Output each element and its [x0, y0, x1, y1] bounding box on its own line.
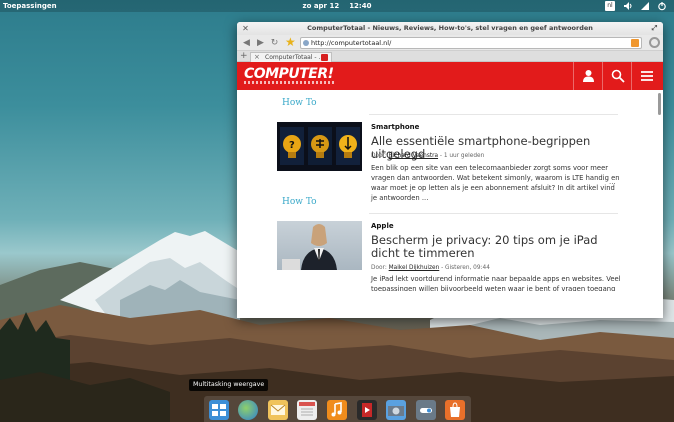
panel-date: zo apr 12: [302, 2, 340, 10]
tab-close-icon[interactable]: ×: [254, 53, 260, 62]
svg-text:?: ?: [289, 140, 295, 151]
section-title[interactable]: How To: [282, 197, 317, 207]
panel-time: 12:40: [349, 2, 372, 10]
volume-icon[interactable]: [623, 1, 633, 11]
scrollbar[interactable]: [658, 93, 661, 115]
app-center-icon[interactable]: [445, 400, 465, 420]
article-excerpt: Je iPad lekt voortdurend informatie naar…: [371, 275, 621, 291]
article-byline: Door: Maikel Dijkhuizen - Gisteren, 09:4…: [371, 265, 490, 271]
forward-icon[interactable]: ▶: [255, 37, 266, 49]
article-byline: Door: Richard Veenstra - 1 uur geleden: [371, 153, 484, 159]
multitasking-icon[interactable]: [209, 400, 229, 420]
keyboard-layout-indicator[interactable]: nl: [605, 1, 615, 11]
businessman-image: [282, 224, 337, 270]
top-panel: Toepassingen zo apr 12 12:40 nl: [0, 0, 674, 12]
byline-prefix: Door:: [371, 153, 387, 159]
tab-title: ComputerTotaal - ...: [265, 54, 325, 61]
article-category[interactable]: Smartphone: [371, 123, 419, 131]
videos-icon[interactable]: [357, 400, 377, 420]
tab-computertotaal[interactable]: × ComputerTotaal - ...: [250, 52, 332, 62]
read-more-ellipsis[interactable]: ...: [609, 289, 616, 291]
site-info-icon[interactable]: [303, 40, 309, 46]
new-tab-icon[interactable]: +: [240, 51, 248, 62]
menu-button[interactable]: [631, 62, 660, 90]
byline-prefix: Door:: [371, 265, 387, 271]
tab-bar: + × ComputerTotaal - ...: [237, 51, 663, 62]
close-icon[interactable]: ✕: [241, 24, 250, 33]
search-icon: [611, 69, 625, 83]
window-title: ComputerTotaal - Nieuws, Reviews, How-to…: [307, 24, 593, 32]
divider: [369, 114, 618, 115]
photos-icon[interactable]: [386, 400, 406, 420]
divider: [369, 213, 618, 214]
url-text: http://computertotaal.nl/: [311, 39, 392, 47]
section-title[interactable]: How To: [282, 98, 317, 108]
menu-icon: [641, 71, 653, 81]
dock-tooltip: Multitasking weergave: [189, 379, 269, 391]
article-category[interactable]: Apple: [371, 222, 394, 230]
reload-icon[interactable]: ↻: [269, 37, 280, 49]
calendar-icon[interactable]: [297, 400, 317, 420]
address-bar[interactable]: http://computertotaal.nl/: [300, 37, 642, 49]
lightbulb-image: ?: [280, 127, 360, 165]
article-time: - 1 uur geleden: [439, 153, 485, 159]
power-icon[interactable]: [657, 1, 667, 11]
article-thumbnail[interactable]: [277, 221, 362, 270]
browser-window: ✕ ComputerTotaal - Nieuws, Reviews, How-…: [237, 22, 663, 318]
window-titlebar[interactable]: ✕ ComputerTotaal - Nieuws, Reviews, How-…: [237, 22, 663, 35]
bookmark-star-icon[interactable]: ★: [285, 36, 298, 49]
user-icon: [583, 70, 594, 82]
maximize-icon[interactable]: ⤢: [650, 24, 659, 33]
site-header: COMPUTER!: [237, 62, 663, 90]
article-excerpt: Een blik op een site van een telecomaanb…: [371, 164, 620, 202]
article-headline[interactable]: Bescherm je privacy: 20 tips om je iPad …: [371, 234, 621, 260]
music-icon[interactable]: [327, 400, 347, 420]
page-content: How To ? Smartphone Alle essentiële smar…: [237, 90, 663, 291]
favicon-icon: [321, 54, 328, 61]
rss-icon[interactable]: [631, 39, 639, 47]
settings-icon[interactable]: [416, 400, 436, 420]
network-icon[interactable]: [640, 1, 650, 11]
panel-clock[interactable]: zo apr 12 12:40: [0, 0, 674, 12]
settings-gear-icon[interactable]: [649, 37, 660, 48]
user-button[interactable]: [573, 62, 602, 90]
navigation-toolbar: ◀ ▶ ↻ ★ http://computertotaal.nl/: [237, 35, 663, 51]
mail-icon[interactable]: [268, 400, 288, 420]
back-icon[interactable]: ◀: [241, 37, 252, 49]
article-author[interactable]: Maikel Dijkhuizen: [389, 265, 440, 271]
article-time: - Gisteren, 09:44: [441, 265, 490, 271]
search-button[interactable]: [602, 62, 631, 90]
article-thumbnail[interactable]: ?: [277, 122, 362, 171]
read-more-ellipsis[interactable]: ...: [609, 178, 616, 186]
site-logo[interactable]: COMPUTER!: [241, 66, 337, 84]
article-author[interactable]: Richard Veenstra: [389, 153, 438, 159]
browser-icon[interactable]: [238, 400, 258, 420]
